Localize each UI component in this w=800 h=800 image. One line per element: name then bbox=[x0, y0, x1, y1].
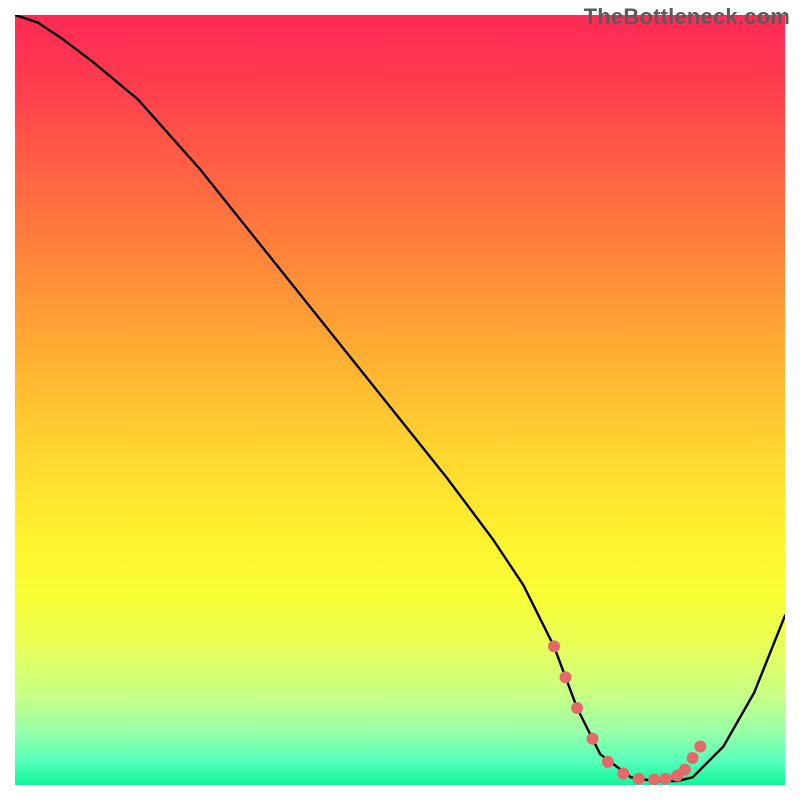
highlight-dot bbox=[687, 752, 699, 764]
bottleneck-curve bbox=[15, 15, 785, 781]
chart-container: TheBottleneck.com bbox=[0, 0, 800, 800]
watermark-label: TheBottleneck.com bbox=[584, 4, 790, 30]
optimal-range-dots bbox=[548, 640, 706, 785]
chart-svg bbox=[15, 15, 785, 785]
highlight-dot bbox=[548, 640, 560, 652]
highlight-dot bbox=[587, 733, 599, 745]
highlight-dot bbox=[679, 764, 691, 776]
highlight-dot bbox=[571, 702, 583, 714]
highlight-dot bbox=[694, 741, 706, 753]
plot-area bbox=[15, 15, 785, 785]
highlight-dot bbox=[560, 671, 572, 683]
highlight-dot bbox=[602, 756, 614, 768]
highlight-dot bbox=[617, 768, 629, 780]
highlight-dot bbox=[633, 773, 645, 785]
highlight-dot bbox=[648, 774, 660, 785]
highlight-dot bbox=[660, 773, 672, 785]
